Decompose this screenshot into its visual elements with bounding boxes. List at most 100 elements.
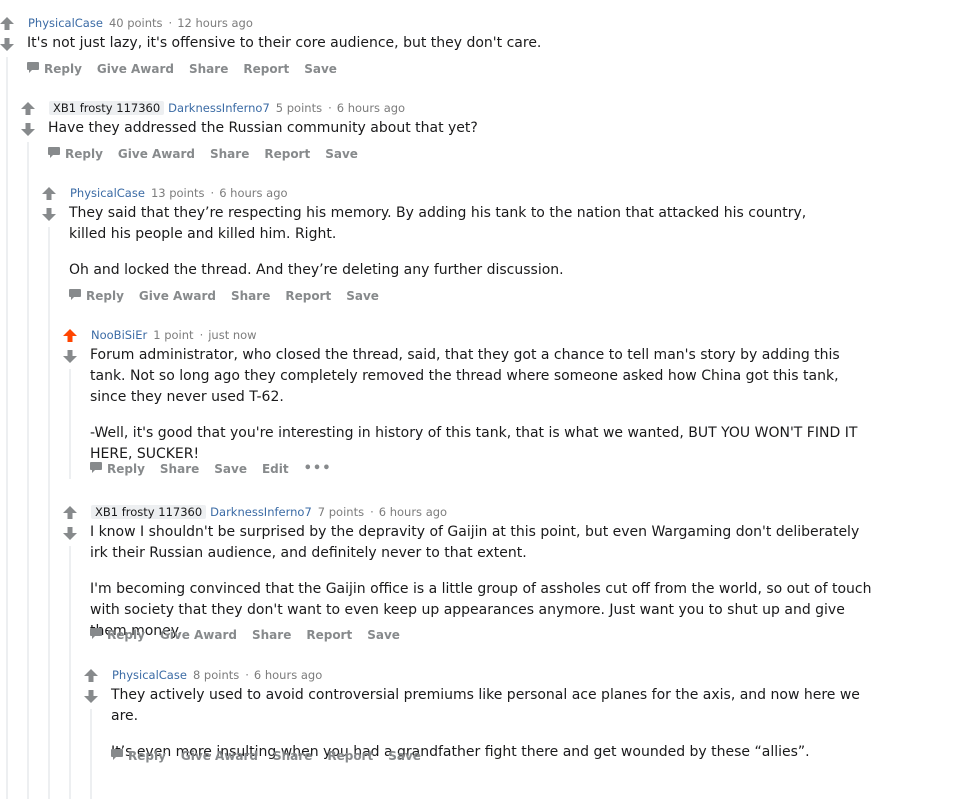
comment-actions: Reply Give Award Share Report Save [69, 288, 394, 304]
comment-body: They said that they’re respecting his me… [69, 203, 829, 281]
comment-author[interactable]: PhysicalCase [28, 16, 103, 30]
comment-time[interactable]: just now [208, 328, 256, 342]
separator-dot: · [168, 16, 173, 30]
give-award-button[interactable]: Give Award [181, 748, 258, 764]
upvote-icon[interactable] [84, 669, 98, 682]
comment-paragraph: I know I shouldn't be surprised by the d… [90, 524, 860, 561]
user-flair: XB1 frosty 117360 [49, 101, 165, 115]
comment-points: 5 points [275, 101, 323, 115]
comment-time[interactable]: 6 hours ago [379, 505, 447, 519]
reply-button[interactable]: Reply [90, 627, 145, 643]
comment-author[interactable]: PhysicalCase [112, 668, 187, 682]
comment-meta: NooBiSiEr 1 point · just now [91, 327, 257, 343]
separator-dot: · [370, 505, 374, 519]
save-button[interactable]: Save [346, 288, 379, 304]
thread-line[interactable] [27, 142, 29, 799]
reply-button[interactable]: Reply [90, 461, 145, 477]
comment-time[interactable]: 12 hours ago [177, 16, 253, 30]
comment-time[interactable]: 6 hours ago [337, 101, 405, 115]
downvote-icon[interactable] [0, 38, 14, 51]
comment-paragraph: They said that they’re respecting his me… [69, 205, 807, 242]
comment-bubble-icon [27, 61, 39, 77]
reply-button[interactable]: Reply [111, 748, 166, 764]
comment-paragraph: Oh and locked the thread. And they’re de… [69, 262, 564, 278]
upvote-icon[interactable] [63, 506, 77, 519]
give-award-button[interactable]: Give Award [160, 627, 237, 643]
comment-author[interactable]: DarknessInferno7 [168, 101, 270, 115]
report-button[interactable]: Report [306, 627, 352, 643]
comment-points: 40 points [108, 16, 163, 30]
comment-body: Have they addressed the Russian communit… [48, 118, 928, 139]
more-options-button[interactable]: ••• [304, 461, 332, 477]
downvote-icon[interactable] [21, 123, 35, 136]
comment-body: I know I shouldn't be surprised by the d… [90, 522, 875, 642]
comment-paragraph: It's not just lazy, it's offensive to th… [27, 35, 542, 51]
thread-line[interactable] [48, 227, 50, 799]
save-button[interactable]: Save [388, 748, 421, 764]
comment-points: 7 points [317, 505, 365, 519]
thread-line[interactable] [90, 709, 92, 799]
comment-body: Forum administrator, who closed the thre… [90, 345, 875, 465]
separator-dot: · [328, 101, 332, 115]
comment-author[interactable]: NooBiSiEr [91, 328, 147, 342]
comment-bubble-icon [90, 627, 102, 643]
comment-paragraph: They actively used to avoid controversia… [111, 687, 860, 724]
comment-meta: XB1 frosty 117360 DarknessInferno7 7 point… [91, 504, 447, 520]
reply-button[interactable]: Reply [48, 146, 103, 162]
comment-actions: Reply Give Award Share Report Save [90, 627, 415, 643]
thread-line[interactable] [6, 57, 8, 799]
comment-meta: PhysicalCase 40 points · 12 hours ago [28, 15, 253, 31]
downvote-icon[interactable] [42, 208, 56, 221]
upvote-icon[interactable] [21, 102, 35, 115]
comment-paragraph: Have they addressed the Russian communit… [48, 120, 478, 136]
give-award-button[interactable]: Give Award [97, 61, 174, 77]
comment-meta: XB1 frosty 117360 DarknessInferno7 5 point… [49, 100, 405, 116]
save-button[interactable]: Save [367, 627, 400, 643]
comment-time[interactable]: 6 hours ago [219, 186, 287, 200]
reply-label: Reply [107, 462, 145, 476]
comment-points: 8 points [192, 668, 240, 682]
comment-meta: PhysicalCase 8 points · 6 hours ago [112, 667, 322, 683]
upvote-icon[interactable] [0, 17, 14, 30]
comment-bubble-icon [48, 146, 60, 162]
comment-bubble-icon [90, 461, 102, 477]
upvote-icon[interactable] [63, 329, 77, 342]
comment-actions: Reply Share Save Edit ••• [90, 461, 347, 477]
user-flair: XB1 frosty 117360 [91, 505, 207, 519]
comment-points: 13 points [150, 186, 205, 200]
share-button[interactable]: Share [273, 748, 312, 764]
reply-label: Reply [86, 289, 124, 303]
separator-dot: · [199, 328, 204, 342]
report-button[interactable]: Report [243, 61, 289, 77]
thread-line[interactable] [69, 546, 71, 799]
save-button[interactable]: Save [325, 146, 358, 162]
share-button[interactable]: Share [189, 61, 228, 77]
comment-author[interactable]: PhysicalCase [70, 186, 145, 200]
share-button[interactable]: Share [231, 288, 270, 304]
share-button[interactable]: Share [160, 461, 199, 477]
share-button[interactable]: Share [252, 627, 291, 643]
report-button[interactable]: Report [264, 146, 310, 162]
comment-time[interactable]: 6 hours ago [254, 668, 322, 682]
downvote-icon[interactable] [63, 527, 77, 540]
separator-dot: · [210, 186, 215, 200]
give-award-button[interactable]: Give Award [118, 146, 195, 162]
save-button[interactable]: Save [304, 61, 337, 77]
downvote-icon[interactable] [63, 350, 77, 363]
reply-button[interactable]: Reply [69, 288, 124, 304]
thread-line[interactable] [69, 369, 71, 479]
edit-button[interactable]: Edit [262, 461, 289, 477]
upvote-icon[interactable] [42, 187, 56, 200]
reply-button[interactable]: Reply [27, 61, 82, 77]
comment-actions: Reply Give Award Share Report Save [48, 146, 373, 162]
report-button[interactable]: Report [285, 288, 331, 304]
downvote-icon[interactable] [84, 690, 98, 703]
share-button[interactable]: Share [210, 146, 249, 162]
comment-bubble-icon [69, 288, 81, 304]
report-button[interactable]: Report [327, 748, 373, 764]
comment-points: 1 point [153, 328, 194, 342]
comment-paragraph: -Well, it's good that you're interesting… [90, 425, 858, 462]
save-button[interactable]: Save [214, 461, 247, 477]
give-award-button[interactable]: Give Award [139, 288, 216, 304]
comment-author[interactable]: DarknessInferno7 [210, 505, 312, 519]
